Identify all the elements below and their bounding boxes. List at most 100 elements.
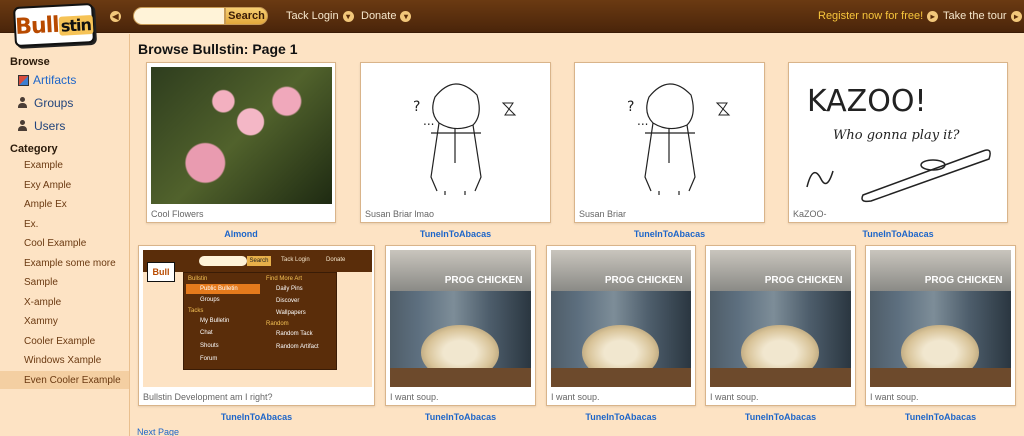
mini-menu-heading: Tacks [188, 308, 204, 314]
category-item-selected[interactable]: Even Cooler Example [24, 375, 121, 386]
artifact-caption: KaZOO- [793, 209, 827, 219]
soup-label: PROG CHICKEN [444, 274, 523, 286]
category-item[interactable]: Xammy [24, 316, 58, 327]
mini-menu-heading: Random [266, 321, 289, 327]
chevron-down-icon: ▾ [342, 10, 354, 22]
tack-login-label: Tack Login [286, 10, 339, 23]
artifact-card[interactable]: ? ... Susan Briar lmao [360, 62, 551, 223]
category-item[interactable]: Example some more [24, 258, 116, 269]
mini-menu-item: Discover [276, 298, 300, 304]
artifact-caption: Cool Flowers [151, 209, 204, 219]
tack-login-menu[interactable]: Tack Login ▾ [286, 10, 354, 22]
artifact-thumbnail[interactable]: PROG CHICKEN [870, 250, 1011, 387]
donate-menu[interactable]: Donate ▾ [361, 10, 412, 23]
artifact-author-link[interactable]: Almond [146, 229, 336, 239]
artifact-thumbnail[interactable]: PROG CHICKEN [390, 250, 531, 387]
artifact-thumbnail[interactable]: PROG CHICKEN [710, 250, 851, 387]
artifact-card[interactable]: KAZOO! Who gonna play it? KaZOO- [788, 62, 1008, 223]
mini-menu-heading: Bullstin [188, 276, 208, 282]
mini-tack-login: Tack Login [281, 257, 310, 263]
artifact-caption: I want soup. [870, 392, 919, 402]
mini-menu-item: Chat [200, 330, 213, 336]
mini-menu-item: Groups [200, 297, 220, 303]
mini-menu-item: Shouts [200, 343, 219, 349]
mini-donate: Donate [326, 257, 346, 263]
soup-label: PROG CHICKEN [604, 274, 683, 286]
search-input[interactable] [133, 7, 225, 25]
kazoo-subtitle: Who gonna play it? [833, 128, 961, 143]
artifact-author-link[interactable]: TuneInToAbacas [705, 412, 856, 422]
artifact-card[interactable]: Cool Flowers [146, 62, 336, 223]
artifact-author-link[interactable]: TuneInToAbacas [865, 412, 1016, 422]
mini-menu-item: Forum [200, 356, 218, 362]
artifact-thumbnail[interactable]: KAZOO! Who gonna play it? [793, 67, 1003, 204]
arrow-left-icon[interactable]: ◀ [110, 11, 121, 22]
mini-menu-item: My Bulletin [200, 318, 230, 324]
svg-text:?: ? [627, 99, 634, 115]
sketch-drawing: ? ... [627, 83, 731, 195]
artifact-thumbnail[interactable]: ? ... [365, 67, 546, 204]
category-item[interactable]: Cool Example [24, 238, 86, 249]
sidebar-item-artifacts[interactable]: Artifacts [18, 73, 76, 87]
category-item[interactable]: Exy Ample [24, 180, 71, 191]
browse-heading: Browse [10, 56, 50, 68]
next-page-link[interactable]: Next Page [137, 427, 179, 436]
artifact-caption: I want soup. [390, 392, 439, 402]
soup-label: PROG CHICKEN [924, 274, 1003, 286]
artifact-author-link[interactable]: TuneInToAbacas [360, 229, 551, 239]
sidebar-item-label: Artifacts [33, 73, 77, 87]
register-link[interactable]: Register now for free! ▸ [818, 10, 939, 22]
artifact-card[interactable]: Bull Search Tack Login Donate Bullstin P… [138, 245, 375, 406]
search-button[interactable]: Search [225, 7, 268, 25]
tour-link[interactable]: Take the tour ▸ [943, 10, 1022, 22]
category-item[interactable]: Windows Xample [24, 355, 101, 366]
artifact-thumbnail[interactable]: ? ... [579, 67, 760, 204]
artifact-caption: Susan Briar lmao [365, 209, 435, 219]
kazoo-drawing: KAZOO! Who gonna play it? [806, 84, 991, 203]
site-logo[interactable]: Bullstin [13, 2, 95, 48]
sidebar: Browse Artifacts Groups Users Category E… [0, 34, 130, 436]
artifact-card[interactable]: PROG CHICKEN I want soup. [705, 245, 856, 406]
groups-icon [18, 97, 30, 109]
artifact-card[interactable]: PROG CHICKEN I want soup. [385, 245, 536, 406]
chevron-down-icon: ▾ [400, 10, 412, 22]
artifact-caption: Susan Briar [579, 209, 627, 219]
artifacts-icon [18, 74, 29, 86]
mini-menu-item: Random Tack [276, 331, 313, 337]
artifact-author-link[interactable]: TuneInToAbacas [788, 229, 1008, 239]
donate-label: Donate [361, 10, 397, 23]
category-item[interactable]: Cooler Example [24, 336, 95, 347]
sidebar-item-groups[interactable]: Groups [18, 96, 73, 110]
artifact-thumbnail[interactable] [151, 67, 332, 204]
category-item[interactable]: Ex. [24, 219, 38, 230]
category-heading: Category [10, 143, 58, 155]
logo-text: Bull [14, 12, 60, 40]
artifact-caption: Bullstin Development am I right? [143, 392, 273, 402]
artifact-thumbnail[interactable]: PROG CHICKEN [551, 250, 691, 387]
artifact-author-link[interactable]: TuneInToAbacas [574, 229, 765, 239]
artifact-card[interactable]: PROG CHICKEN I want soup. [865, 245, 1016, 406]
category-item[interactable]: Sample [24, 277, 58, 288]
artifact-caption: I want soup. [551, 392, 600, 402]
mini-menu-item: Random Artifact [276, 344, 319, 350]
mini-logo: Bull [147, 262, 175, 282]
logo-badge: stin [58, 14, 94, 36]
artifact-author-link[interactable]: TuneInToAbacas [546, 412, 696, 422]
kazoo-title: KAZOO! [807, 84, 926, 119]
artifact-caption: I want soup. [710, 392, 759, 402]
category-item[interactable]: X-ample [24, 297, 61, 308]
soup-label: PROG CHICKEN [764, 274, 843, 286]
svg-text:...: ... [637, 114, 648, 128]
svg-text:?: ? [413, 99, 420, 115]
sidebar-item-users[interactable]: Users [18, 119, 65, 133]
page-title: Browse Bullstin: Page 1 [138, 41, 298, 57]
artifact-card[interactable]: PROG CHICKEN I want soup. [546, 245, 696, 406]
artifact-author-link[interactable]: TuneInToAbacas [385, 412, 536, 422]
artifact-author-link[interactable]: TuneInToAbacas [138, 412, 375, 422]
sketch-drawing: ? ... [413, 83, 517, 195]
category-item[interactable]: Ample Ex [24, 199, 67, 210]
artifact-thumbnail[interactable]: Bull Search Tack Login Donate Bullstin P… [143, 250, 372, 387]
artifact-card[interactable]: ? ... Susan Briar [574, 62, 765, 223]
top-bar: Bullstin ◀ Search Tack Login ▾ Donate ▾ Re… [0, 0, 1024, 48]
category-item[interactable]: Example [24, 160, 63, 171]
